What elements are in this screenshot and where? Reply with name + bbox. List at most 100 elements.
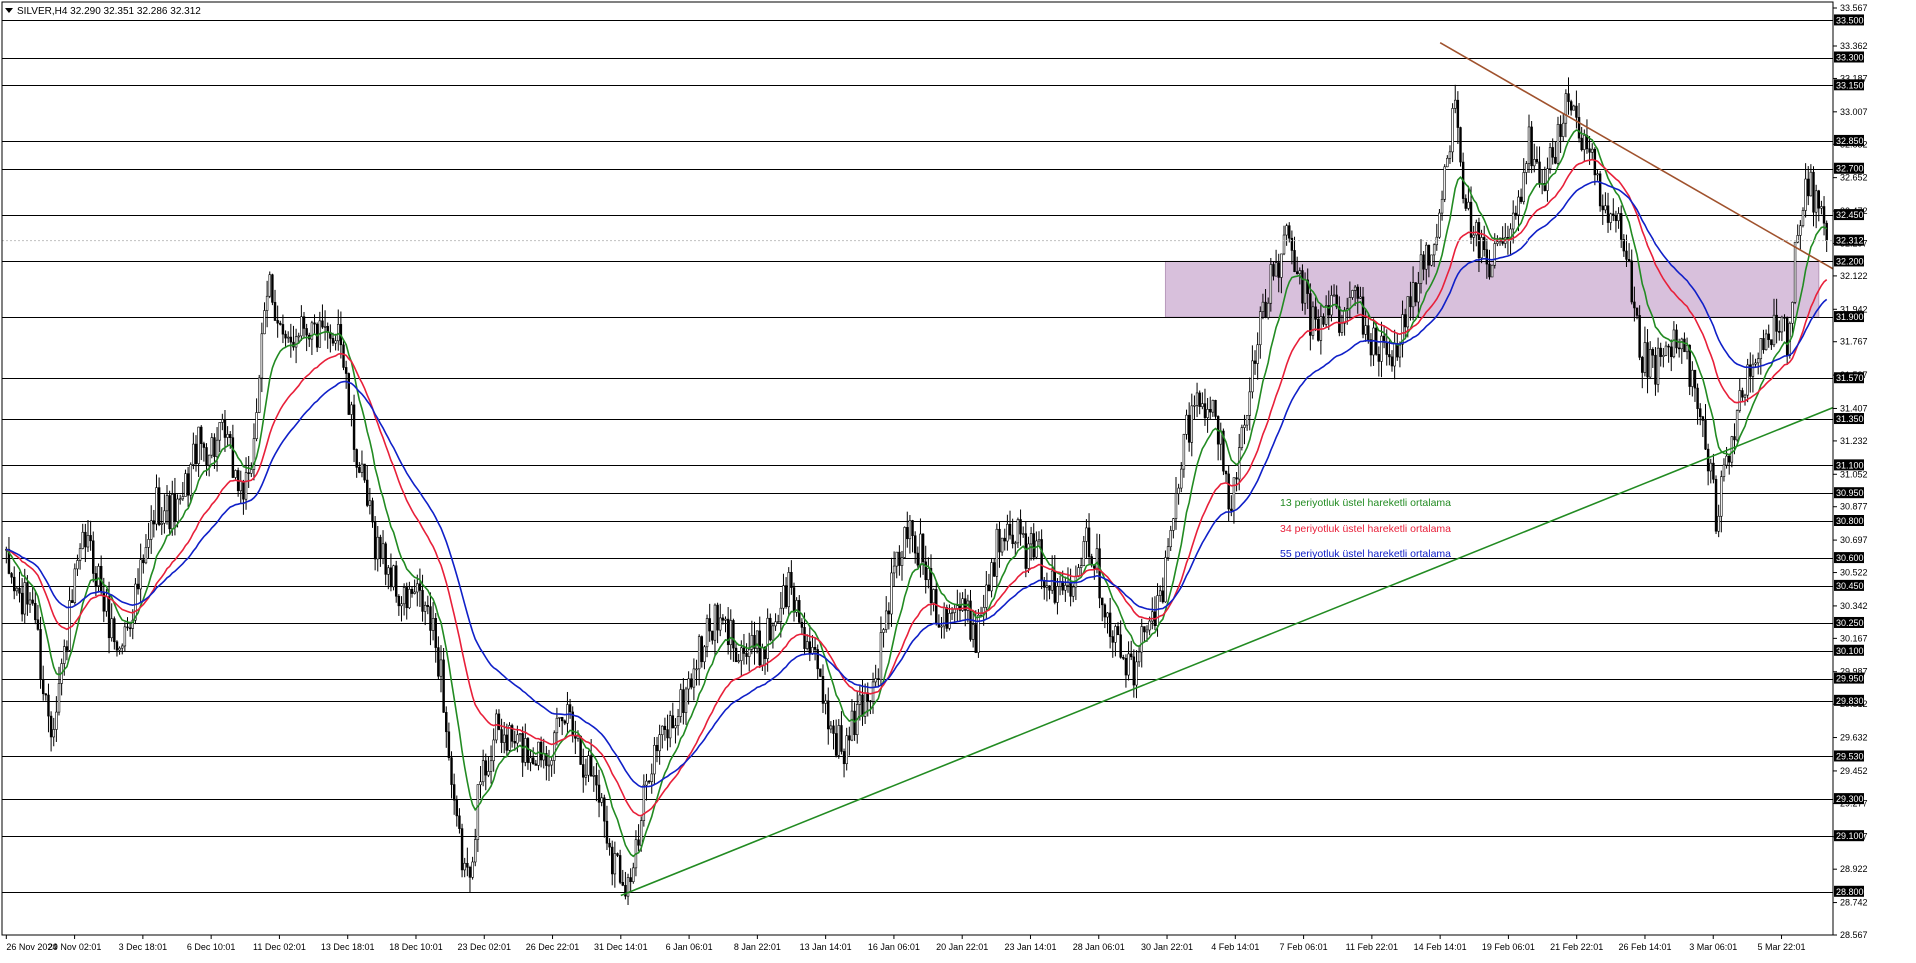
candle: [408, 581, 411, 610]
candle: [495, 709, 498, 744]
candle-body-bull: [381, 543, 385, 559]
candle: [1164, 550, 1167, 603]
candle-body-bear: [682, 689, 685, 713]
y-tick-label: 28.922: [1840, 864, 1868, 874]
candle: [468, 865, 472, 893]
candle-body-bull: [1056, 586, 1059, 603]
candlestick-chart[interactable]: 33.56733.36233.18733.00732.83232.65232.4…: [0, 0, 1916, 963]
candle-body-bear: [1667, 345, 1670, 348]
candle: [1799, 220, 1802, 250]
level-label: 31.350: [1836, 414, 1864, 424]
candle-body-bull: [1280, 253, 1283, 278]
candle-body-bull: [1169, 530, 1172, 548]
candle: [524, 723, 527, 767]
candle: [447, 722, 451, 761]
candle-body-bear: [1116, 626, 1120, 636]
candle-body-bear: [363, 463, 366, 481]
candle-body-bear: [1414, 282, 1417, 303]
candle: [510, 723, 514, 748]
candle-body-bear: [1209, 409, 1212, 413]
candle-body-bull: [737, 660, 740, 663]
candle: [257, 374, 261, 414]
candle: [321, 304, 324, 329]
candle: [123, 622, 127, 652]
candle-body-bull: [903, 527, 906, 558]
candle-body-bear: [1654, 354, 1657, 385]
candle-body-bear: [853, 710, 856, 736]
candle: [149, 505, 153, 554]
x-tick-label: 14 Feb 14:01: [1414, 942, 1467, 952]
candle-body-bear: [1588, 148, 1591, 153]
candle: [526, 737, 530, 770]
candle: [1372, 318, 1375, 366]
candle-body-bear: [790, 572, 793, 588]
candle: [84, 523, 87, 563]
candle-body-bear: [500, 729, 503, 743]
candle: [813, 638, 817, 661]
candle-body-bull: [1201, 403, 1204, 407]
candle: [816, 644, 819, 679]
candle: [210, 433, 214, 459]
candle: [1720, 470, 1723, 533]
candle-body-bull: [1298, 270, 1302, 275]
candle-body-bear: [1003, 537, 1006, 542]
candle-body-bear: [39, 629, 42, 680]
candle: [1751, 354, 1755, 393]
candle-body-bull: [1648, 349, 1652, 378]
candle-body-bull: [692, 668, 696, 688]
candle: [160, 507, 163, 535]
x-tick-label: 6 Jan 06:01: [666, 942, 713, 952]
candle: [990, 557, 993, 598]
candle-body-bull: [1609, 213, 1612, 223]
candle: [1551, 138, 1554, 165]
candle-body-bull: [1419, 254, 1423, 284]
candle-body-bull: [1472, 234, 1475, 238]
candle: [165, 485, 169, 525]
candle-body-bear: [666, 729, 669, 739]
candle-body-bear: [1612, 213, 1615, 216]
candle-body-bear: [848, 735, 851, 741]
candle-body-bull: [1332, 294, 1336, 297]
candle-body-bear: [1646, 342, 1649, 378]
candle: [463, 857, 466, 878]
candle-body-bull: [1037, 539, 1041, 542]
candle: [1525, 160, 1528, 185]
candle: [1388, 340, 1391, 366]
candle: [479, 766, 482, 799]
candle-body-bear: [913, 535, 917, 554]
candle-body-bull: [1738, 390, 1741, 411]
candle-body-bull: [950, 612, 954, 614]
candle-body-bear: [1699, 408, 1702, 417]
candle-body-bear: [935, 589, 938, 624]
candle: [1122, 654, 1125, 661]
y-tick-label: 29.452: [1840, 766, 1868, 776]
candle-body-bear: [637, 839, 640, 846]
candle-body-bull: [257, 377, 261, 413]
candle-body-bull: [774, 621, 777, 627]
candle: [218, 422, 221, 453]
candle: [1058, 575, 1062, 596]
candle-body-bear: [289, 336, 293, 343]
candle: [1482, 225, 1486, 257]
candle-body-bear: [1132, 656, 1136, 686]
candle-body-bull: [28, 599, 32, 605]
candle-body-bear: [271, 274, 274, 303]
candle-body-bull: [163, 510, 166, 524]
candle: [1759, 338, 1763, 375]
candle-body-bear: [887, 610, 891, 615]
candle-body-bull: [1240, 427, 1244, 448]
candle: [650, 763, 653, 794]
candle: [431, 602, 435, 641]
candle: [60, 658, 63, 696]
candle: [52, 717, 55, 747]
candle-body-bear: [1741, 390, 1744, 398]
candle-body-bull: [63, 646, 66, 664]
candle: [597, 769, 601, 818]
dropdown-arrow-icon[interactable]: [5, 8, 13, 13]
candle: [44, 693, 48, 701]
candle-body-bear: [1008, 523, 1012, 536]
candle-body-bull: [1527, 126, 1531, 164]
candle-body-bull: [705, 618, 709, 648]
legend-ema34: 34 periyotluk üstel hareketli ortalama: [1280, 523, 1451, 535]
candle: [434, 613, 437, 663]
